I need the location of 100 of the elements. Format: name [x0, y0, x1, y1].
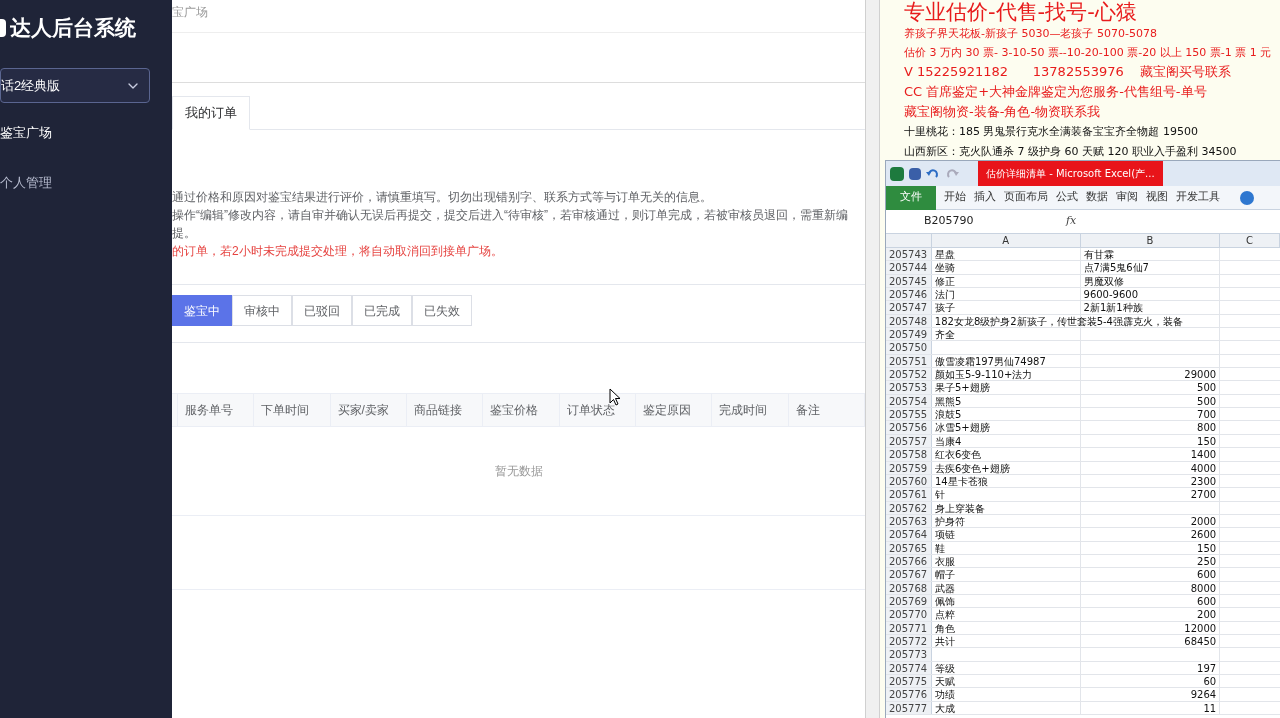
spreadsheet-cell[interactable]: 坐骑	[934, 262, 955, 274]
row-number[interactable]: 205746	[886, 288, 932, 301]
spreadsheet-cell[interactable]: 男魔双修	[1080, 274, 1127, 288]
status-filter-button[interactable]: 已完成	[352, 295, 412, 326]
spreadsheet-cell[interactable]: 衣服	[934, 555, 955, 567]
spreadsheet-cell[interactable]: 当康4	[934, 435, 962, 447]
status-filter-button[interactable]: 鉴宝中	[172, 295, 232, 326]
game-select[interactable]: 话2经典版	[0, 68, 150, 103]
spreadsheet-cell[interactable]: 共计	[934, 635, 955, 647]
spreadsheet-cell[interactable]: 250	[1194, 554, 1220, 568]
spreadsheet-cell[interactable]: 9600-9600	[1080, 288, 1142, 301]
spreadsheet-cell[interactable]: 2600	[1187, 528, 1220, 541]
spreadsheet-cell[interactable]: 齐全	[934, 329, 955, 341]
row-number[interactable]: 205776	[886, 688, 932, 701]
row-number[interactable]: 205767	[886, 568, 932, 581]
row-number[interactable]: 205775	[886, 675, 932, 688]
spreadsheet-cell[interactable]: 2300	[1187, 474, 1220, 488]
spreadsheet-cell[interactable]: 4000	[1187, 461, 1220, 474]
row-number[interactable]: 205743	[886, 248, 932, 261]
spreadsheet-cell[interactable]: 800	[1194, 421, 1220, 434]
nav-item[interactable]: 鉴宝广场	[0, 119, 172, 147]
row-number[interactable]: 205753	[886, 381, 932, 394]
spreadsheet-cell[interactable]: 颜如玉5-9-110+法力	[934, 369, 1033, 381]
spreadsheet-cell[interactable]: 果子5+翅膀	[934, 382, 990, 394]
spreadsheet-cell[interactable]: 傲雪凌霜197男仙74987	[934, 355, 1046, 367]
tab[interactable]: 我的订单	[172, 96, 250, 130]
spreadsheet-cell[interactable]: 角色	[934, 622, 955, 634]
spreadsheet-cell[interactable]: 佩饰	[934, 595, 955, 607]
spreadsheet-cell[interactable]: 孩子	[934, 302, 955, 314]
spreadsheet-cell[interactable]: 600	[1194, 594, 1220, 608]
spreadsheet-cell[interactable]: 鞋	[934, 542, 945, 554]
spreadsheet-cell[interactable]: 针	[934, 489, 945, 501]
spreadsheet-cell[interactable]: 功绩	[934, 689, 955, 701]
spreadsheet-cell[interactable]: 大成	[934, 702, 955, 714]
row-number[interactable]: 205758	[886, 448, 932, 461]
ribbon-tab[interactable]: 审阅	[1116, 189, 1138, 206]
spreadsheet-cell[interactable]: 点7满5鬼6仙7	[1080, 261, 1152, 274]
row-number[interactable]: 205764	[886, 528, 932, 541]
spreadsheet-cell[interactable]: 天赋	[934, 676, 955, 687]
column-header[interactable]: A	[931, 234, 1081, 247]
spreadsheet-cell[interactable]: 法门	[934, 289, 955, 301]
scrollbar[interactable]	[865, 0, 880, 718]
ribbon-tab[interactable]: 插入	[974, 189, 996, 206]
spreadsheet-cell[interactable]: 等级	[934, 662, 955, 674]
spreadsheet-cell[interactable]: 14星卡苍狼	[934, 475, 988, 487]
spreadsheet-cell[interactable]: 29000	[1181, 368, 1220, 381]
file-tab[interactable]: 文件	[886, 185, 936, 210]
row-number[interactable]: 205749	[886, 328, 932, 341]
row-number[interactable]: 205747	[886, 301, 932, 314]
spreadsheet-cell[interactable]: 150	[1194, 541, 1220, 554]
spreadsheet-cell[interactable]: 帽子	[934, 569, 955, 581]
row-number[interactable]: 205755	[886, 408, 932, 421]
spreadsheet-cell[interactable]: 500	[1194, 394, 1220, 408]
spreadsheet-cell[interactable]: 黑熊5	[934, 395, 962, 407]
row-number[interactable]: 205752	[886, 368, 932, 381]
ribbon-tab[interactable]: 数据	[1086, 189, 1108, 206]
spreadsheet-cell[interactable]: 护身符	[934, 515, 965, 527]
spreadsheet-cell[interactable]: 11	[1200, 701, 1220, 715]
spreadsheet-cell[interactable]: 200	[1194, 608, 1220, 621]
spreadsheet-cell[interactable]: 星盘	[934, 249, 955, 260]
spreadsheet-cell[interactable]: 8000	[1187, 581, 1220, 594]
spreadsheet-cell[interactable]: 182女龙8级护身2新孩子，传世套装5-4强霹克火，装备	[934, 315, 1183, 327]
spreadsheet-cell[interactable]: 1400	[1187, 448, 1220, 461]
spreadsheet-cell[interactable]: 点粹	[934, 609, 955, 621]
spreadsheet-cell[interactable]: 2新1新1种族	[1080, 301, 1146, 314]
ribbon-tab[interactable]: 开始	[944, 189, 966, 206]
status-filter-button[interactable]: 已驳回	[292, 295, 352, 326]
name-box[interactable]: B205790	[888, 212, 1028, 231]
ribbon-tab[interactable]: 页面布局	[1004, 189, 1048, 206]
spreadsheet-cell[interactable]: 500	[1194, 381, 1220, 394]
spreadsheet-cell[interactable]: 红衣6变色	[934, 449, 982, 461]
row-number[interactable]: 205744	[886, 261, 932, 274]
ribbon-tab[interactable]: 公式	[1056, 189, 1078, 206]
spreadsheet-cell[interactable]: 68450	[1181, 634, 1220, 648]
spreadsheet-cell[interactable]: 去疾6变色+翅膀	[934, 462, 1010, 474]
spreadsheet-cell[interactable]: 12000	[1181, 621, 1220, 634]
spreadsheet-cell[interactable]: 197	[1194, 661, 1220, 674]
spreadsheet-cell[interactable]: 修正	[934, 275, 955, 287]
spreadsheet-cell[interactable]: 2000	[1187, 514, 1220, 528]
spreadsheet-cell[interactable]: 冰雪5+翅膀	[934, 422, 990, 434]
status-filter-button[interactable]: 审核中	[232, 295, 292, 326]
spreadsheet-cell[interactable]: 60	[1200, 675, 1220, 688]
spreadsheet-cell[interactable]: 600	[1194, 568, 1220, 581]
spreadsheet-cell[interactable]: 9264	[1187, 688, 1220, 701]
spreadsheet-cell[interactable]: 150	[1194, 434, 1220, 448]
spreadsheet-cell[interactable]: 有甘霖	[1080, 248, 1117, 261]
row-number[interactable]: 205761	[886, 488, 932, 501]
row-number[interactable]: 205756	[886, 421, 932, 434]
ribbon-tab[interactable]: 开发工具	[1176, 189, 1220, 206]
formula-label[interactable]: fx	[1066, 213, 1077, 230]
spreadsheet-cell[interactable]: 武器	[934, 582, 955, 594]
column-header[interactable]: C	[1220, 234, 1280, 247]
undo-icon[interactable]	[926, 167, 940, 180]
row-number[interactable]: 205750	[886, 341, 932, 354]
spreadsheet-cell[interactable]: 700	[1194, 408, 1220, 421]
spreadsheet-cell[interactable]: 项链	[934, 529, 955, 541]
column-header[interactable]: B	[1080, 234, 1221, 247]
spreadsheet-cell[interactable]: 浪鼓5	[934, 409, 962, 421]
row-number[interactable]: 205770	[886, 608, 932, 621]
spreadsheet-cell[interactable]: 2700	[1187, 488, 1220, 501]
